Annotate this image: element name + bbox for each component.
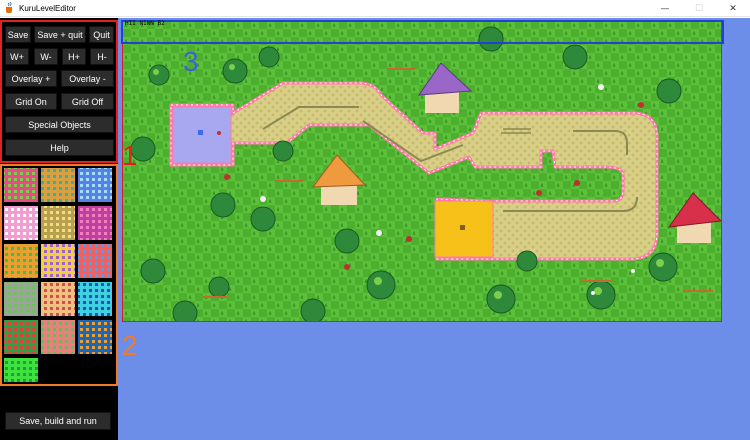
window-title: KuruLevelEditor [19,3,76,13]
annotation-label-2: 2 [122,330,138,361]
overlay-plus-button[interactable]: Overlay + [5,70,57,87]
quit-button[interactable]: Quit [89,26,114,43]
tileset-grid [4,168,112,382]
left-panel: Save Save + quit Quit W+ W- H+ H- Overla… [0,18,118,440]
annotation-label-3: 3 [183,46,199,77]
save-button[interactable]: Save [5,26,31,43]
overlay-minus-button[interactable]: Overlay - [61,70,114,87]
help-button[interactable]: Help [5,139,114,156]
tileset-palette [0,164,118,386]
minimize-button[interactable]: — [648,0,682,17]
map-overlay-label: HII N1NN B2 [125,20,165,27]
save-quit-button[interactable]: Save + quit [34,26,86,43]
title-bar: KuruLevelEditor — ☐ ✕ [0,0,750,17]
control-panel: Save Save + quit Quit W+ W- H+ H- Overla… [0,20,118,163]
java-cup-icon [6,2,12,13]
width-plus-button[interactable]: W+ [5,48,29,65]
save-build-run-button[interactable]: Save, build and run [5,412,111,430]
annotation-label-1: 1 [122,140,138,171]
grid-off-button[interactable]: Grid Off [61,93,114,110]
height-plus-button[interactable]: H+ [62,48,86,65]
maximize-button[interactable]: ☐ [682,0,716,17]
close-button[interactable]: ✕ [716,0,750,17]
overlay-region [121,20,724,44]
grid-on-button[interactable]: Grid On [5,93,57,110]
height-minus-button[interactable]: H- [90,48,114,65]
width-minus-button[interactable]: W- [34,48,58,65]
level-map-render [123,21,721,321]
level-map[interactable] [122,20,722,322]
special-objects-button[interactable]: Special Objects [5,116,114,133]
